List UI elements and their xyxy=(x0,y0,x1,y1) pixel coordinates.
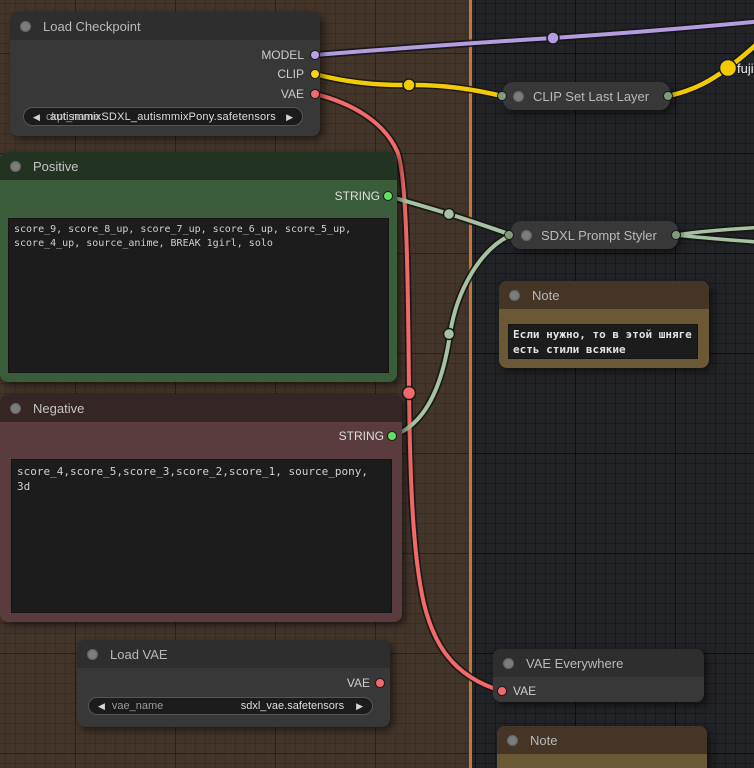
link-dot-clip xyxy=(403,79,415,91)
node-title: CLIP Set Last Layer xyxy=(533,89,649,104)
node-graph-canvas[interactable]: fujin Load Checkpoint MODEL CLIP VAE ◀ c… xyxy=(0,0,754,768)
link-dot-model xyxy=(547,32,559,44)
node-titlebar: Note xyxy=(499,281,709,309)
collapse-dot[interactable] xyxy=(507,735,518,746)
combo-value: sdxl_vae.safetensors xyxy=(241,700,344,712)
node-titlebar: VAE Everywhere xyxy=(493,649,704,677)
note-textarea[interactable]: Если нужно, то в этой шняге есть стили в… xyxy=(508,324,698,359)
link-dot-string-positive xyxy=(444,209,455,220)
node-titlebar: Note xyxy=(497,726,707,754)
node-title: Load Checkpoint xyxy=(43,19,141,34)
node-note-bottom[interactable]: Note xyxy=(497,726,707,768)
collapsed-input-slot[interactable] xyxy=(497,91,507,101)
reroute-dot-fujin[interactable] xyxy=(720,60,737,77)
link-model xyxy=(315,22,754,56)
collapse-dot[interactable] xyxy=(87,649,98,660)
ckpt-name-combo[interactable]: ◀ ckpt_name autismmixSDXL_autismmixPony.… xyxy=(23,107,303,126)
node-title: Note xyxy=(532,288,559,303)
node-vae-everywhere[interactable]: VAE Everywhere VAE xyxy=(493,649,704,702)
input-slot-vae[interactable] xyxy=(497,686,507,696)
node-titlebar: Positive xyxy=(0,152,397,180)
combo-next-icon[interactable]: ▶ xyxy=(286,113,293,122)
node-title: VAE Everywhere xyxy=(526,656,623,671)
collapse-dot[interactable] xyxy=(521,230,532,241)
node-title: SDXL Prompt Styler xyxy=(541,228,657,243)
node-titlebar: Negative xyxy=(0,394,402,422)
combo-label: vae_name xyxy=(112,700,241,712)
link-dot-vae xyxy=(403,387,416,400)
node-titlebar: Load Checkpoint xyxy=(10,12,320,40)
input-label-vae: VAE xyxy=(513,684,536,698)
output-label-vae: VAE xyxy=(281,87,304,101)
collapsed-input-slot[interactable] xyxy=(504,230,514,240)
output-label-string: STRING xyxy=(335,189,380,203)
output-slot-string[interactable] xyxy=(383,191,393,201)
output-slot-vae[interactable] xyxy=(375,678,385,688)
offscreen-node-label: fujin xyxy=(737,61,754,76)
negative-prompt-textarea[interactable]: score_4,score_5,score_3,score_2,score_1,… xyxy=(11,459,392,613)
collapse-dot[interactable] xyxy=(20,21,31,32)
node-note-styles[interactable]: Note Если нужно, то в этой шняге есть ст… xyxy=(499,281,709,368)
vae-name-combo[interactable]: ◀ vae_name sdxl_vae.safetensors ▶ xyxy=(88,697,373,715)
output-label-string: STRING xyxy=(339,429,384,443)
node-load-checkpoint[interactable]: Load Checkpoint MODEL CLIP VAE ◀ ckpt_na… xyxy=(10,12,320,136)
output-slot-string[interactable] xyxy=(387,431,397,441)
node-negative[interactable]: Negative STRING score_4,score_5,score_3,… xyxy=(0,394,402,622)
output-label-clip: CLIP xyxy=(277,67,304,81)
combo-value: autismmixSDXL_autismmixPony.safetensors xyxy=(24,111,302,123)
node-title: Load VAE xyxy=(110,647,168,662)
collapse-dot[interactable] xyxy=(10,403,21,414)
node-clip-set-last-layer[interactable]: CLIP Set Last Layer xyxy=(503,82,670,110)
collapse-dot[interactable] xyxy=(503,658,514,669)
node-load-vae[interactable]: Load VAE VAE ◀ vae_name sdxl_vae.safeten… xyxy=(77,640,390,727)
output-slot-vae[interactable] xyxy=(310,89,320,99)
output-slot-model[interactable] xyxy=(310,50,320,60)
node-positive[interactable]: Positive STRING score_9, score_8_up, sco… xyxy=(0,152,397,382)
node-sdxl-prompt-styler[interactable]: SDXL Prompt Styler xyxy=(511,221,678,249)
collapse-dot[interactable] xyxy=(10,161,21,172)
collapsed-output-slot[interactable] xyxy=(663,91,673,101)
collapse-dot[interactable] xyxy=(513,91,524,102)
combo-prev-icon[interactable]: ◀ xyxy=(98,702,105,711)
node-titlebar: Load VAE xyxy=(77,640,390,668)
positive-prompt-textarea[interactable]: score_9, score_8_up, score_7_up, score_6… xyxy=(8,218,389,373)
collapsed-output-slot[interactable] xyxy=(671,230,681,240)
node-title: Note xyxy=(530,733,557,748)
collapse-dot[interactable] xyxy=(509,290,520,301)
link-dot-string-negative xyxy=(444,329,455,340)
output-label-model: MODEL xyxy=(261,48,304,62)
node-title: Negative xyxy=(33,401,84,416)
output-label-vae: VAE xyxy=(347,676,370,690)
output-slot-clip[interactable] xyxy=(310,69,320,79)
node-title: Positive xyxy=(33,159,79,174)
combo-next-icon[interactable]: ▶ xyxy=(356,702,363,711)
